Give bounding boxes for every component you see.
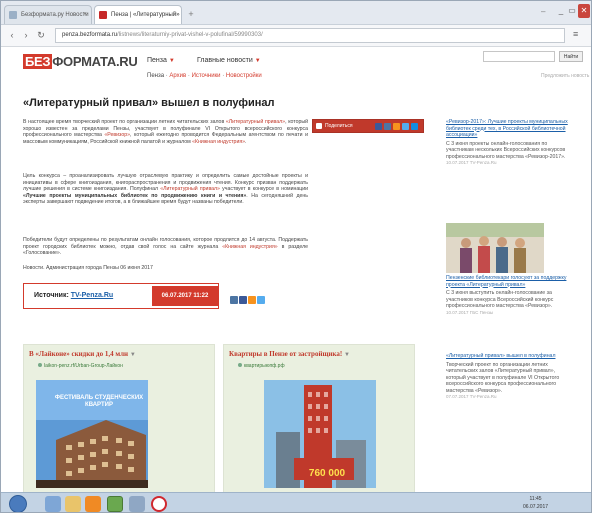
source-link[interactable]: TV-Penza.Ru xyxy=(71,292,113,299)
twitter-icon[interactable] xyxy=(402,123,409,130)
ad-title: В «Лайконе» скидки до 1,4 млн ▼ xyxy=(29,350,136,358)
site-logo[interactable]: БЕЗ ФОРМАТА.RU xyxy=(23,54,138,69)
minimize-button[interactable]: _ xyxy=(556,4,566,18)
sidebar-item-3: «Литературный привал» вышел в полуфинал … xyxy=(446,353,571,401)
share-icon xyxy=(316,123,322,129)
source-label: Источник: TV-Penza.Ru xyxy=(34,292,114,299)
ad-title: Квартиры в Пензе от застройщика! ▼ xyxy=(229,350,350,358)
share-box[interactable]: Поделиться xyxy=(312,119,424,133)
sub-navigation: Пенза · Архив · Источники · Новостройки xyxy=(147,73,262,79)
ok-icon[interactable] xyxy=(393,123,400,130)
book-industry-link[interactable]: «Книжная индустрия» xyxy=(222,244,277,250)
close-window-button[interactable]: ✕ xyxy=(578,4,590,18)
sidebar-text: Творческий проект по организации летних … xyxy=(446,361,560,394)
ad-banner-text: ФЕСТИВАЛЬ СТУДЕНЧЕСКИХ КВАРТИР xyxy=(54,395,144,408)
ad-laikon[interactable]: В «Лайконе» скидки до 1,4 млн ▼ laikon-p… xyxy=(23,344,215,494)
sidebar-text: С 3 июня выступить онлайн-голосование за… xyxy=(446,290,554,309)
sidebar-link[interactable]: Пензенские библиотекари голосуют за подд… xyxy=(446,275,571,288)
sidebar-item-1: «Ревизор-2017»: Лучшие проекты муниципал… xyxy=(446,119,571,167)
explorer-icon[interactable] xyxy=(45,496,61,512)
reload-icon[interactable]: ↻ xyxy=(35,29,47,41)
dropdown-arrow-icon: ▼ xyxy=(168,58,175,64)
start-button[interactable] xyxy=(9,495,27,512)
url-path: /listnews/literaturniy-privat-vishel-v-p… xyxy=(117,32,263,38)
logo-text: ФОРМАТА.RU xyxy=(52,54,138,69)
browser-window: Безформата.ру Новости × Пенза | «Литерат… xyxy=(0,0,592,513)
ad-price: 760 000 xyxy=(308,468,346,479)
taskbar: 11:45 06.07.2017 xyxy=(1,492,591,512)
ad-url: laikon-penz.rf/Urban-Group-Лайкон xyxy=(38,363,123,369)
subnav-sources[interactable]: Источники xyxy=(192,73,221,79)
ad-apartments[interactable]: Квартиры в Пензе от застройщика! ▼ кварт… xyxy=(223,344,415,494)
maximize-button[interactable]: ▭ xyxy=(567,4,577,18)
literary-privat-link[interactable]: «Литературный привал» xyxy=(160,186,220,192)
close-tab-icon[interactable]: × xyxy=(173,6,177,24)
book-industry-link[interactable]: «Книжная индустрия» xyxy=(192,139,245,145)
subnav-newbuildings[interactable]: Новостройки xyxy=(226,73,262,79)
article-title: «Литературный привал» вышел в полуфинал xyxy=(23,97,275,109)
facebook-icon[interactable] xyxy=(239,296,247,304)
nav-penza-label: Пенза xyxy=(147,57,167,64)
sidebar-photo[interactable] xyxy=(446,223,544,273)
share-label: Поделиться xyxy=(325,123,353,129)
suggest-news-link[interactable]: Предложить новость xyxy=(541,73,589,79)
tab-label: Пенза | «Литературный» xyxy=(111,12,180,18)
tab-penza-literary[interactable]: Пенза | «Литературный» × xyxy=(94,5,182,24)
twitter-icon[interactable] xyxy=(257,296,265,304)
facebook-icon[interactable] xyxy=(375,123,382,130)
vk-icon[interactable] xyxy=(384,123,391,130)
forward-icon[interactable]: › xyxy=(20,29,32,41)
revizor-link[interactable]: «Ревизор» xyxy=(104,132,130,138)
url-host: penza.bezformata.ru xyxy=(62,32,118,38)
source-date: 06.07.2017 11:22 xyxy=(152,286,218,306)
sidebar-link[interactable]: «Литературный привал» вышел в полуфинал xyxy=(446,353,571,360)
folder-icon[interactable] xyxy=(65,496,81,512)
nav-penza[interactable]: Пенза ▼ xyxy=(147,57,175,64)
site-search-input[interactable] xyxy=(483,51,555,62)
address-bar[interactable]: penza.bezformata.ru/listnews/literaturni… xyxy=(55,28,565,43)
vk-icon[interactable] xyxy=(230,296,238,304)
ad-url: квартирыюпф.рф xyxy=(238,363,285,369)
source-bar: Источник: TV-Penza.Ru 06.07.2017 11:22 xyxy=(23,283,219,309)
nav-main-news-label: Главные новости xyxy=(197,57,253,64)
nav-main-news[interactable]: Главные новости ▼ xyxy=(197,57,261,64)
opera-icon[interactable] xyxy=(151,496,167,512)
sidebar-text: С 3 июня проекты онлайн-голосования по у… xyxy=(446,140,566,160)
sidebar-meta: 10.07.2017 TV-Penza.Ru xyxy=(446,160,497,165)
mail-icon[interactable] xyxy=(411,123,418,130)
subnav-archive[interactable]: Архив xyxy=(169,73,186,79)
browser-taskbar-icon[interactable] xyxy=(107,496,123,512)
sidebar-link[interactable]: «Ревизор-2017»: Лучшие проекты муниципал… xyxy=(446,119,571,139)
article-paragraph-1: В настоящее время творческий проект по о… xyxy=(23,119,309,145)
logo-prefix: БЕЗ xyxy=(23,54,53,69)
article-paragraph-2: Цель конкурса – проанализировать лучшую … xyxy=(23,173,309,206)
back-icon[interactable]: ‹ xyxy=(6,29,18,41)
tab-bezformata-news[interactable]: Безформата.ру Новости × xyxy=(4,5,92,24)
tab-strip: Безформата.ру Новости × Пенза | «Литерат… xyxy=(1,1,591,25)
article-share-icons xyxy=(230,291,266,309)
favicon-icon xyxy=(9,11,17,19)
system-clock[interactable]: 11:45 06.07.2017 xyxy=(523,495,548,511)
literary-privat-link[interactable]: «Литературный привал» xyxy=(226,119,285,125)
close-tab-icon[interactable]: × xyxy=(83,6,87,24)
file-manager-icon[interactable] xyxy=(129,496,145,512)
dropdown-arrow-icon: ▼ xyxy=(254,58,261,64)
ok-icon[interactable] xyxy=(248,296,256,304)
subnav-penza[interactable]: Пенза xyxy=(147,73,164,79)
clock-date: 06.07.2017 xyxy=(523,504,549,510)
favicon-icon xyxy=(99,11,107,19)
navigation-bar: ‹ › ↻ penza.bezformata.ru/listnews/liter… xyxy=(1,25,591,47)
minimize-hint-icon: – xyxy=(541,7,546,16)
new-tab-button[interactable]: + xyxy=(184,8,198,20)
browser-menu-icon[interactable]: ≡ xyxy=(573,29,578,39)
media-player-icon[interactable] xyxy=(85,496,101,512)
sidebar-item-2: Пензенские библиотекари голосуют за подд… xyxy=(446,275,571,316)
sidebar-meta: 07.07.2017 TV-Penza.Ru xyxy=(446,394,497,399)
clock-time: 11:45 xyxy=(529,496,542,502)
tab-label: Безформата.ру Новости xyxy=(21,12,89,18)
site-search-button[interactable]: Найти xyxy=(559,51,583,62)
sidebar-meta: 10.07.2017 ГБС Пензы xyxy=(446,309,494,315)
article-source-note: Новости. Администрация города Пензы 06 и… xyxy=(23,265,153,271)
article-paragraph-3: Победители будут определены по результат… xyxy=(23,237,308,257)
